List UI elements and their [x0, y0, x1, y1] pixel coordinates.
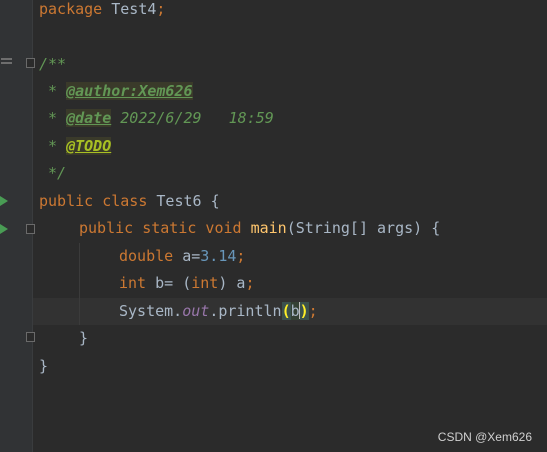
cast-keyword: int: [191, 274, 219, 292]
semicolon: ;: [156, 0, 166, 18]
keyword: public: [79, 219, 134, 237]
code-line-double-a[interactable]: double a=3.14;: [119, 243, 245, 270]
println-call: .println: [209, 302, 282, 320]
todo-tag: @TODO: [66, 137, 112, 155]
doc-star: *: [39, 137, 67, 155]
fold-toggle-icon[interactable]: [26, 332, 35, 342]
code-line-package[interactable]: package Test4;: [39, 0, 165, 23]
doc-star: *: [39, 109, 67, 127]
code-editor[interactable]: package Test4; /** * @author:Xem626 * @d…: [0, 0, 547, 452]
number-literal: 3.14: [200, 247, 237, 265]
indent-guide: [79, 243, 80, 325]
method-params: (String[] args) {: [286, 219, 441, 237]
closing-brace: }: [39, 357, 49, 375]
code-line-class-decl[interactable]: public class Test6 {: [39, 188, 220, 215]
code-line-doc-close[interactable]: */: [39, 160, 66, 187]
editor-gutter[interactable]: [0, 0, 35, 452]
class-name: Test6 {: [147, 192, 220, 210]
cast-rest: ) a: [218, 274, 246, 292]
method-name: main: [241, 219, 287, 237]
code-line-date[interactable]: * @date 2022/6/29 18:59: [39, 105, 274, 132]
doc-comment-open: /**: [39, 55, 67, 73]
run-method-icon[interactable]: [0, 224, 8, 234]
csdn-watermark: CSDN @Xem626: [437, 430, 532, 444]
system-class: System.: [119, 302, 183, 320]
package-name: Test4: [102, 0, 157, 18]
keyword: int: [119, 274, 147, 292]
variable-a: a=: [173, 247, 201, 265]
doc-star: *: [39, 82, 67, 100]
semicolon: ;: [308, 302, 318, 320]
out-field: out: [182, 302, 210, 320]
keyword: package: [39, 0, 103, 18]
author-tag: @author:Xem626: [66, 82, 193, 100]
code-line-close-class[interactable]: }: [39, 353, 48, 380]
keyword: public: [39, 192, 94, 210]
code-line-todo[interactable]: * @TODO: [39, 133, 112, 160]
code-line-author[interactable]: * @author:Xem626: [39, 78, 193, 105]
date-value: 2022/6/29 18:59: [111, 109, 274, 127]
semicolon: ;: [245, 274, 255, 292]
paren-close-match: ): [299, 302, 309, 320]
fold-toggle-icon[interactable]: [26, 58, 35, 68]
keyword: static: [133, 219, 197, 237]
code-line-int-b[interactable]: int b= (int) a;: [119, 270, 254, 297]
doc-comment-close: */: [39, 164, 67, 182]
run-class-icon[interactable]: [0, 196, 8, 206]
date-tag: @date: [66, 109, 112, 127]
variable-b: b= (: [146, 274, 192, 292]
code-line-doc-open[interactable]: /**: [39, 51, 66, 78]
closing-brace: }: [79, 329, 89, 347]
code-line-close-method[interactable]: }: [79, 325, 88, 352]
lines-icon: [1, 58, 12, 66]
paren-open-match: (: [281, 302, 291, 320]
keyword: class: [93, 192, 148, 210]
keyword: void: [196, 219, 242, 237]
fold-toggle-icon[interactable]: [26, 224, 35, 234]
keyword: double: [119, 247, 174, 265]
code-line-main-decl[interactable]: public static void main(String[] args) {: [79, 215, 440, 242]
code-line-println[interactable]: System.out.println(b);: [119, 298, 318, 325]
semicolon: ;: [236, 247, 246, 265]
